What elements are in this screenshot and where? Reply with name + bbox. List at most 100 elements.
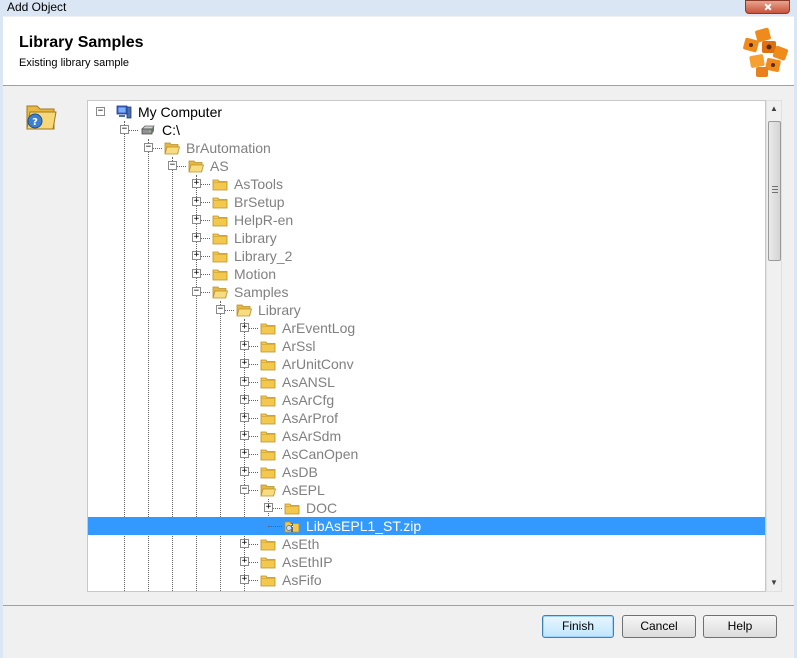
tree-item[interactable]: + BrSetup <box>88 193 765 211</box>
collapse-icon[interactable]: − <box>96 107 105 116</box>
folder-icon <box>260 428 276 444</box>
tree-item[interactable]: − AS <box>88 157 765 175</box>
tree-item[interactable]: + DOC <box>88 499 765 517</box>
tree-item[interactable]: + AsArCfg <box>88 391 765 409</box>
footer-divider <box>3 605 794 606</box>
tree-item[interactable]: − C:\ <box>88 121 765 139</box>
scroll-down-arrow-icon[interactable]: ▼ <box>767 575 781 591</box>
tree-item-label: BrSetup <box>234 194 285 210</box>
folder-icon <box>212 266 228 282</box>
tree-item-label: AsFifo <box>282 572 322 588</box>
scroll-up-arrow-icon[interactable]: ▲ <box>767 101 781 117</box>
tree-item[interactable]: + AsTools <box>88 175 765 193</box>
expand-icon[interactable]: + <box>240 539 249 548</box>
folder-icon <box>212 194 228 210</box>
collapse-icon[interactable]: − <box>216 305 225 314</box>
cancel-button[interactable]: Cancel <box>622 615 696 638</box>
tree-scrollbar[interactable]: ▲ ▼ <box>766 100 782 592</box>
tree-item[interactable]: − Samples <box>88 283 765 301</box>
tree-item[interactable]: + AsEthIP <box>88 553 765 571</box>
tree-item[interactable]: + AsArSdm <box>88 427 765 445</box>
grip-icon <box>772 186 778 193</box>
window-title: Add Object <box>7 0 67 14</box>
folder-icon <box>260 536 276 552</box>
folder-icon <box>212 230 228 246</box>
folder-icon <box>260 554 276 570</box>
tree-item[interactable]: + ArSsl <box>88 337 765 355</box>
folder-open-icon <box>212 284 229 300</box>
tree-item[interactable]: − AsEPL <box>88 481 765 499</box>
tree-item[interactable]: + ArEventLog <box>88 319 765 337</box>
tree-item-label: AsArCfg <box>282 392 335 408</box>
folder-icon <box>260 356 276 372</box>
collapse-icon[interactable]: − <box>168 161 177 170</box>
expand-icon[interactable]: + <box>240 341 249 350</box>
expand-icon[interactable]: + <box>192 251 201 260</box>
tree-item-label: AsDB <box>282 464 318 480</box>
expand-icon[interactable]: + <box>240 377 249 386</box>
expand-icon[interactable]: + <box>192 179 201 188</box>
tree-item[interactable]: + Library <box>88 229 765 247</box>
wizard-header: Library Samples Existing library sample <box>3 17 794 86</box>
expand-icon[interactable]: + <box>240 467 249 476</box>
tree-item-label: BrAutomation <box>186 140 271 156</box>
tree-item[interactable]: + AsEth <box>88 535 765 553</box>
expand-icon[interactable]: + <box>240 323 249 332</box>
tree-item-label: AsEPL <box>282 482 325 498</box>
tree-item-label: AsArProf <box>282 410 339 426</box>
expand-icon[interactable]: + <box>240 557 249 566</box>
tree-item[interactable]: + AsArProf <box>88 409 765 427</box>
tree-item[interactable]: + AsANSL <box>88 373 765 391</box>
tree-item-label: Library <box>258 302 301 318</box>
expand-icon[interactable]: + <box>240 575 249 584</box>
expand-icon[interactable]: + <box>240 413 249 422</box>
expand-icon[interactable]: + <box>264 503 273 512</box>
tree-item[interactable]: − BrAutomation <box>88 139 765 157</box>
expand-icon[interactable]: + <box>192 269 201 278</box>
tree-item-label: AsEthIP <box>282 554 333 570</box>
folder-icon <box>260 572 276 588</box>
expand-icon[interactable]: + <box>240 359 249 368</box>
tree-item-label: AsArSdm <box>282 428 342 444</box>
zip-file-icon <box>284 518 300 534</box>
expand-icon[interactable]: + <box>240 395 249 404</box>
close-button[interactable] <box>745 0 790 14</box>
tree-item-selected[interactable]: LibAsEPL1_ST.zip <box>88 517 765 535</box>
collapse-icon[interactable]: − <box>144 143 153 152</box>
tree-item-label: AsTools <box>234 176 284 192</box>
tree-item-label: DOC <box>306 500 338 516</box>
tree-item-label: ArSsl <box>282 338 316 354</box>
tree-item[interactable]: + ArUnitConv <box>88 355 765 373</box>
tree-item[interactable]: + AsCanOpen <box>88 445 765 463</box>
scroll-thumb[interactable] <box>768 121 781 261</box>
expand-icon[interactable]: + <box>192 197 201 206</box>
tree-item[interactable]: + Motion <box>88 265 765 283</box>
expand-icon[interactable]: + <box>192 215 201 224</box>
folder-icon <box>260 338 276 354</box>
tree-item-label: C:\ <box>162 122 180 138</box>
finish-button[interactable]: Finish <box>542 615 614 638</box>
expand-icon[interactable]: + <box>240 431 249 440</box>
tree-item-label: Samples <box>234 284 289 300</box>
expand-icon[interactable]: + <box>240 449 249 458</box>
folder-icon <box>212 248 228 264</box>
folder-help-icon: ? <box>26 105 57 130</box>
help-button[interactable]: Help <box>703 615 777 638</box>
tree-item-label: Library <box>234 230 277 246</box>
tree-item[interactable]: − Library <box>88 301 765 319</box>
folder-open-icon <box>188 158 205 174</box>
folder-open-icon <box>164 140 181 156</box>
folder-icon <box>212 176 228 192</box>
tree-item[interactable]: + AsDB <box>88 463 765 481</box>
tree-item[interactable]: + HelpR-en <box>88 211 765 229</box>
collapse-icon[interactable]: − <box>192 287 201 296</box>
tree-item[interactable]: + AsFifo <box>88 571 765 589</box>
tree-item-label: AS <box>210 158 229 174</box>
tree-item[interactable]: − My Computer <box>88 103 765 121</box>
collapse-icon[interactable]: − <box>240 485 249 494</box>
tree-item-label: ArEventLog <box>282 320 356 336</box>
collapse-icon[interactable]: − <box>120 125 129 134</box>
tree-item[interactable]: + Library_2 <box>88 247 765 265</box>
expand-icon[interactable]: + <box>192 233 201 242</box>
file-tree[interactable]: − My Computer − C:\ − BrAutomation − AS + AsTools… <box>87 100 766 592</box>
